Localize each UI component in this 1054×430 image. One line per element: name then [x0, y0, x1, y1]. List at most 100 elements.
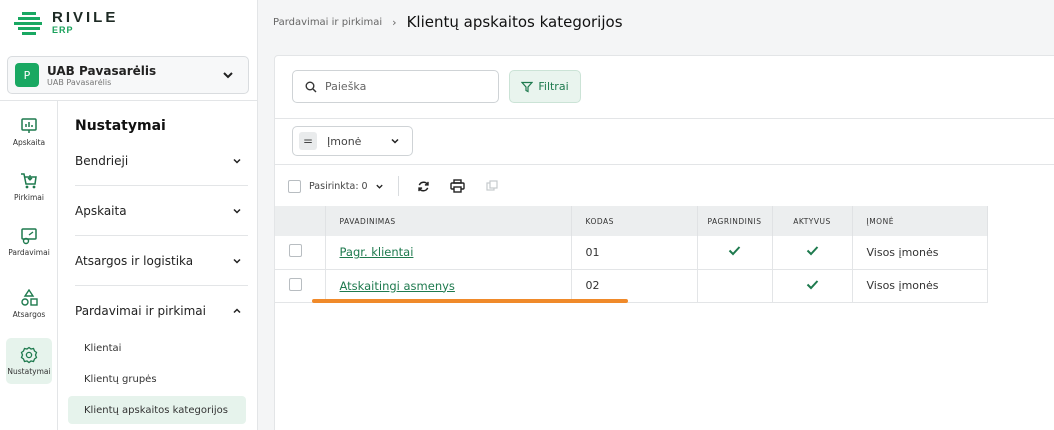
print-button[interactable] — [447, 175, 469, 197]
main-panel: Filtrai = Įmonė Pasirinkta: 0 PAVADINIMA… — [274, 55, 1054, 430]
copy-icon — [486, 180, 498, 191]
cell-active — [772, 269, 853, 303]
cell-code: 02 — [571, 269, 698, 303]
menu-section-label: Atsargos ir logistika — [75, 253, 194, 268]
row-checkbox-cell — [275, 269, 326, 303]
table-toolbar: Pasirinkta: 0 — [288, 175, 515, 197]
cell-company: Visos įmonės — [852, 269, 988, 303]
chevron-down-icon — [233, 208, 241, 214]
breadcrumb-separator: › — [392, 15, 397, 29]
menu-subitem-label: Klientai — [84, 342, 122, 354]
filters-button[interactable]: Filtrai — [509, 70, 581, 103]
company-selector[interactable]: P UAB Pavasarėlis UAB Pavasarėlis — [7, 56, 249, 94]
row-checkbox[interactable] — [289, 277, 302, 291]
column-header-code[interactable]: KODAS — [571, 206, 698, 236]
cell-main — [697, 236, 773, 270]
categories-table: PAVADINIMAS KODAS PAGRINDINIS AKTYVUS ĮM… — [275, 206, 988, 303]
brand-name: RIVILE — [52, 9, 119, 26]
menu-section-bendrieji[interactable]: Bendrieji — [75, 136, 248, 186]
table-row[interactable]: Pagr. klientai 01 Visos įmonės — [275, 236, 988, 270]
chevron-down-icon — [391, 138, 399, 144]
menu-subitem-label: Klientų grupės — [84, 373, 157, 385]
cell-main — [697, 269, 773, 303]
shapes-icon — [21, 289, 38, 306]
rail-label: Pardavimai — [8, 248, 50, 257]
divider — [275, 164, 1054, 165]
selected-count-label: Pasirinkta: 0 — [309, 180, 368, 192]
divider — [275, 118, 1054, 119]
cell-name: Atskaitingi asmenys — [325, 269, 572, 303]
row-name-link[interactable]: Pagr. klientai — [340, 245, 414, 259]
rail-label: Apskaita — [12, 138, 46, 147]
chevron-up-icon — [233, 308, 241, 314]
chevron-down-icon — [375, 184, 383, 189]
company-filter-label: Įmonė — [327, 134, 362, 148]
chart-board-icon — [21, 118, 37, 133]
rail-item-pirkimai[interactable]: Pirkimai — [6, 164, 52, 210]
chevron-down-icon — [233, 258, 241, 264]
print-icon — [450, 179, 465, 193]
refresh-button[interactable] — [413, 175, 435, 197]
rail-item-apskaita[interactable]: Apskaita — [6, 109, 52, 155]
menu-section-pardavimai[interactable]: Pardavimai ir pirkimai — [75, 286, 248, 336]
cell-name: Pagr. klientai — [325, 236, 572, 270]
menu-section-label: Apskaita — [75, 203, 127, 218]
page-title: Klientų apskaitos kategorijos — [406, 13, 623, 31]
company-avatar: P — [15, 63, 39, 87]
sales-icon — [21, 228, 37, 245]
rivile-logo-icon — [14, 12, 42, 35]
search-input[interactable] — [325, 80, 485, 93]
highlight-underline — [312, 299, 628, 303]
row-name-link[interactable]: Atskaitingi asmenys — [340, 279, 455, 293]
cart-icon — [21, 173, 37, 189]
table-row[interactable]: Atskaitingi asmenys 02 Visos įmonės — [275, 269, 988, 303]
menu-section-label: Pardavimai ir pirkimai — [75, 304, 206, 318]
check-icon — [728, 246, 741, 256]
app-logo[interactable]: RIVILE ERP — [14, 8, 118, 38]
breadcrumb-parent[interactable]: Pardavimai ir pirkimai — [273, 17, 382, 28]
refresh-icon — [418, 181, 429, 191]
chevron-down-icon — [223, 72, 233, 79]
search-box[interactable] — [292, 70, 499, 103]
cell-active — [772, 236, 853, 270]
cell-company: Visos įmonės — [852, 236, 988, 270]
rail-label: Atsargos — [12, 310, 46, 319]
row-checkbox-cell — [275, 236, 326, 270]
brand-sub: ERP — [52, 25, 74, 35]
gear-icon — [20, 346, 38, 364]
filter-icon — [521, 81, 534, 92]
menu-subitem-klientai[interactable]: Klientai — [68, 334, 246, 362]
menu-subitem-label: Klientų apskaitos kategorijos — [84, 404, 228, 416]
menu-subitem-klientu-grupes[interactable]: Klientų grupės — [68, 365, 246, 393]
column-header-name[interactable]: PAVADINIMAS — [325, 206, 572, 236]
search-icon — [305, 81, 317, 92]
menu-section-label: Bendrieji — [75, 153, 129, 168]
module-rail: Apskaita Pirkimai Pardavimai Atsargos Nu… — [0, 101, 58, 430]
rail-item-pardavimai[interactable]: Pardavimai — [6, 219, 52, 265]
column-header-main[interactable]: PAGRINDINIS — [697, 206, 773, 236]
chevron-down-icon — [233, 158, 241, 164]
toolbar-divider — [397, 176, 399, 196]
company-name: UAB Pavasarėlis — [47, 63, 157, 78]
row-checkbox[interactable] — [289, 244, 302, 258]
company-subname: UAB Pavasarėlis — [47, 77, 112, 87]
menu-section-atsargos[interactable]: Atsargos ir logistika — [75, 236, 248, 286]
select-all-checkbox[interactable] — [288, 179, 301, 193]
check-icon — [806, 279, 818, 289]
equals-icon: = — [299, 132, 317, 150]
rail-label: Nustatymai — [7, 367, 51, 376]
column-header-select — [275, 206, 326, 236]
rail-item-nustatymai[interactable]: Nustatymai — [6, 338, 52, 384]
cell-code: 01 — [571, 236, 698, 270]
selected-count-dropdown[interactable]: Pasirinkta: 0 — [309, 181, 384, 192]
menu-subitem-apskaitos-kategorijos[interactable]: Klientų apskaitos kategorijos — [68, 396, 246, 424]
sidebar: RIVILE ERP P UAB Pavasarėlis UAB Pavasar… — [0, 0, 258, 430]
rail-label: Pirkimai — [14, 193, 44, 202]
menu-section-apskaita[interactable]: Apskaita — [75, 186, 248, 236]
breadcrumb: Pardavimai ir pirkimai › Klientų apskait… — [258, 0, 1054, 44]
column-header-company[interactable]: ĮMONĖ — [852, 206, 988, 236]
column-header-active[interactable]: AKTYVUS — [772, 206, 853, 236]
rail-item-atsargos[interactable]: Atsargos — [6, 281, 52, 327]
copy-button[interactable] — [481, 175, 503, 197]
company-filter-chip[interactable]: = Įmonė — [292, 126, 413, 156]
